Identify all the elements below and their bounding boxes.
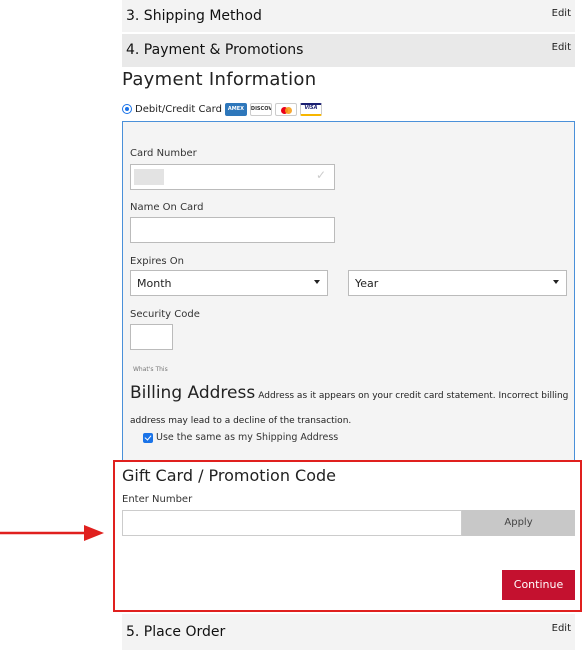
expiry-month-value: Month	[137, 277, 172, 290]
gift-card-number-input[interactable]	[122, 510, 462, 536]
name-on-card-label: Name On Card	[130, 202, 204, 213]
security-code-label: Security Code	[130, 309, 200, 320]
debit-credit-radio[interactable]	[122, 104, 132, 114]
amex-icon: AMEX	[224, 102, 247, 116]
chevron-down-icon	[553, 280, 559, 284]
edit-shipping-link[interactable]: Edit	[552, 8, 571, 19]
step-shipping-method: 3. Shipping Method Edit	[122, 0, 575, 32]
edit-place-order-link[interactable]: Edit	[552, 623, 571, 634]
expires-on-label: Expires On	[130, 256, 185, 267]
card-number-label: Card Number	[130, 148, 197, 159]
enter-number-label: Enter Number	[122, 494, 193, 505]
step-place-order-title: 5. Place Order	[126, 624, 226, 640]
payment-information-heading: Payment Information	[122, 69, 317, 90]
step-payment-promotions: 4. Payment & Promotions Edit	[122, 34, 575, 67]
billing-address-heading: Billing Address	[130, 383, 256, 403]
security-code-input[interactable]	[130, 324, 173, 350]
expiry-year-value: Year	[355, 277, 379, 290]
card-number-masked-value	[134, 169, 164, 185]
apply-button[interactable]: Apply	[462, 510, 575, 536]
continue-button[interactable]: Continue	[502, 570, 575, 600]
same-as-shipping-row[interactable]: Use the same as my Shipping Address	[143, 432, 338, 443]
mastercard-icon	[274, 102, 297, 116]
visa-icon: VISA	[299, 102, 322, 116]
step-payment-title: 4. Payment & Promotions	[126, 42, 304, 58]
discover-icon: DISCOVER	[249, 102, 272, 116]
step-place-order: 5. Place Order Edit	[122, 614, 575, 650]
edit-payment-link[interactable]: Edit	[552, 42, 571, 53]
debit-credit-label: Debit/Credit Card	[135, 103, 222, 115]
chevron-down-icon	[314, 280, 320, 284]
same-as-shipping-checkbox[interactable]	[143, 432, 153, 443]
payment-method-row[interactable]: Debit/Credit Card AMEX DISCOVER VISA	[122, 100, 325, 118]
expiry-year-select[interactable]: Year	[348, 270, 567, 296]
expiry-month-select[interactable]: Month	[130, 270, 328, 296]
same-as-shipping-label: Use the same as my Shipping Address	[156, 432, 339, 443]
billing-address-block: Billing Address Address as it appears on …	[130, 381, 570, 434]
check-icon: ✓	[315, 168, 326, 182]
card-number-input[interactable]: ✓	[130, 164, 335, 190]
red-arrow-icon	[0, 525, 104, 541]
name-on-card-input[interactable]	[130, 217, 335, 243]
step-shipping-title: 3. Shipping Method	[126, 8, 262, 24]
gift-card-heading: Gift Card / Promotion Code	[122, 466, 336, 485]
whats-this-link[interactable]: What's This	[133, 366, 168, 373]
